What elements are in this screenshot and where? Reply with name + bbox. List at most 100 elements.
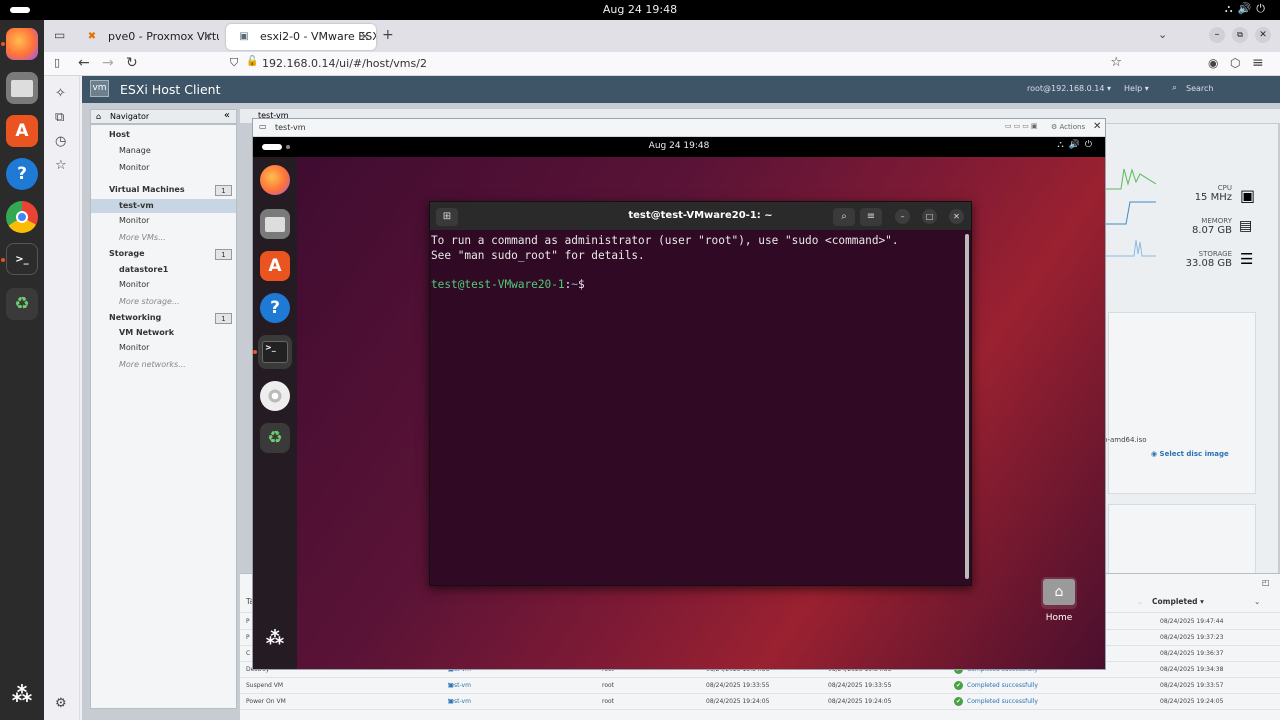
vm-summary-panel: CPU 15 MHz ▣ MEMORY 8.07 GB ▤ STORAGE 33.08…: [1102, 124, 1278, 594]
guest-clock[interactable]: Aug 24 19:48: [253, 141, 1105, 151]
back-icon[interactable]: ←: [78, 55, 90, 71]
restore-window-icon[interactable]: ⧉: [1232, 27, 1248, 43]
console-title: test-vm: [275, 123, 306, 132]
show-apps-icon[interactable]: ⁂: [260, 623, 290, 653]
navigation-toolbar: ▯ ← → ↻ ⛉ 🔓 192.168.0.14/ui/#/host/vms/2…: [44, 52, 1280, 76]
cpu-stat: CPU 15 MHz: [1194, 184, 1232, 203]
url-bar[interactable]: ⛉ 🔓 192.168.0.14/ui/#/host/vms/2 ☆: [220, 54, 1130, 74]
hamburger-menu-icon[interactable]: ≡: [860, 208, 882, 226]
nav-host[interactable]: Host: [91, 128, 236, 142]
select-disc-link[interactable]: ◉ Select disc image: [1151, 450, 1229, 458]
tab-esxi[interactable]: ▣ esxi2-0 - VMware ESXi ×: [226, 24, 376, 50]
column-filter-icon[interactable]: ⌄: [1254, 591, 1260, 613]
shield-icon: ⛉: [230, 56, 239, 69]
show-apps-icon[interactable]: ⁂: [6, 678, 38, 710]
guest-system-tray[interactable]: ⛬🔊⏻: [1057, 140, 1097, 150]
firefox-icon[interactable]: [6, 28, 38, 60]
minimize-icon[interactable]: –: [895, 209, 910, 224]
vmware-favicon-icon: ▣: [239, 31, 249, 42]
sidebar-toggle-icon[interactable]: ▯: [54, 55, 60, 71]
reload-icon[interactable]: ↻: [126, 55, 138, 71]
files-icon[interactable]: [6, 72, 38, 104]
nav-storage-monitor[interactable]: Monitor: [91, 278, 236, 292]
list-all-tabs-icon[interactable]: ⌄: [1158, 28, 1167, 41]
tab-proxmox[interactable]: ✖ pve0 - Proxmox Virtual Er ×: [74, 24, 219, 50]
gear-icon: ⚙: [1051, 123, 1060, 131]
nav-test-vm[interactable]: test-vm: [91, 199, 236, 213]
nav-datastore1[interactable]: datastore1: [91, 263, 236, 277]
terminal-window[interactable]: ⊞ test@test-VMware20-1: ~ ⌕ ≡ – □ ✕ To r…: [429, 201, 972, 586]
home-folder-icon[interactable]: ⌂: [1041, 577, 1077, 609]
close-console-icon[interactable]: ✕: [1093, 121, 1101, 132]
home-folder-label[interactable]: Home: [1033, 613, 1085, 623]
close-window-icon[interactable]: ✕: [1255, 27, 1271, 43]
help-icon[interactable]: ?: [6, 158, 38, 190]
maximize-icon[interactable]: □: [922, 209, 937, 224]
extensions-icon[interactable]: ⬡: [1230, 55, 1240, 71]
terminal-titlebar: ⊞ test@test-VMware20-1: ~ ⌕ ≡ – □ ✕: [430, 202, 971, 230]
trash-icon[interactable]: ♻: [6, 288, 38, 320]
memory-icon: ▤: [1239, 218, 1253, 234]
new-tab-button[interactable]: +: [382, 27, 394, 43]
collapse-navigator-icon[interactable]: «: [224, 110, 230, 121]
app-center-icon[interactable]: A: [260, 251, 290, 281]
app-title: ESXi Host Client: [120, 82, 221, 97]
nav-manage[interactable]: Manage: [91, 144, 236, 158]
nav-more-vms[interactable]: More VMs...: [91, 231, 236, 245]
disc-icon[interactable]: [260, 381, 290, 411]
task-row: Suspend VM ▣ test-vm root 08/24/2025 19:…: [240, 678, 1280, 694]
search-link[interactable]: Search: [1186, 84, 1213, 93]
maximize-panel-icon[interactable]: ◰: [1262, 578, 1270, 587]
task-result: Completed successfully: [954, 678, 1038, 694]
terminal-prompt: test@test-VMware20-1:~$: [431, 277, 585, 291]
files-icon[interactable]: [260, 209, 290, 239]
account-icon[interactable]: ◉: [1208, 55, 1218, 71]
terminal-icon[interactable]: >_: [6, 243, 38, 275]
search-icon[interactable]: ⌕: [1172, 83, 1177, 93]
sidebar-settings-icon[interactable]: ⚙: [55, 696, 67, 711]
proxmox-favicon-icon: ✖: [87, 31, 97, 42]
nav-more-networks[interactable]: More networks...: [91, 358, 236, 372]
tab-list-icon[interactable]: ▭: [54, 28, 65, 42]
guest-desktop[interactable]: Aug 24 19:48 ⛬🔊⏻ A ? >_ ♻ ⁂ ⊞ test@test-…: [253, 137, 1105, 669]
power-icon: ⏻: [1256, 2, 1270, 15]
trash-icon[interactable]: ♻: [260, 423, 290, 453]
close-icon[interactable]: ✕: [949, 209, 964, 224]
terminal-scrollbar[interactable]: [965, 234, 969, 579]
synced-tabs-icon[interactable]: ⧉: [55, 110, 64, 125]
help-icon[interactable]: ?: [260, 293, 290, 323]
user-menu[interactable]: root@192.168.0.14 ▾: [1027, 84, 1111, 93]
tab-label: esxi2-0 - VMware ESXi: [260, 30, 376, 43]
minimize-window-icon[interactable]: –: [1209, 27, 1225, 43]
help-menu[interactable]: Help ▾: [1124, 84, 1149, 93]
terminal-icon[interactable]: >_: [258, 335, 292, 369]
search-icon[interactable]: ⌕: [833, 208, 855, 226]
console-window-controls[interactable]: ▭▭▭▣: [1005, 122, 1039, 130]
system-tray[interactable]: ⛬🔊⏻: [1225, 2, 1270, 16]
app-center-icon[interactable]: A: [6, 115, 38, 147]
terminal-output[interactable]: To run a command as administrator (user …: [430, 230, 971, 585]
nav-networking[interactable]: Networking 1: [91, 311, 236, 325]
nav-vm-monitor[interactable]: Monitor: [91, 214, 236, 228]
vmware-logo: vm: [90, 80, 109, 97]
insecure-lock-icon: 🔓: [246, 56, 259, 67]
chrome-icon[interactable]: [6, 201, 38, 233]
nav-network-monitor[interactable]: Monitor: [91, 341, 236, 355]
system-clock[interactable]: Aug 24 19:48: [0, 3, 1280, 16]
menu-icon[interactable]: ≡: [1252, 55, 1264, 71]
completed-column-header[interactable]: Completed ▾: [1152, 591, 1204, 613]
forward-icon[interactable]: →: [102, 55, 114, 71]
nav-host-monitor[interactable]: Monitor: [91, 161, 236, 175]
history-icon[interactable]: ◷: [55, 134, 66, 149]
console-actions-menu[interactable]: ⚙ Actions: [1051, 123, 1085, 131]
close-tab-icon[interactable]: ×: [203, 29, 213, 43]
nav-virtual-machines[interactable]: Virtual Machines 1: [91, 183, 236, 197]
nav-storage[interactable]: Storage 1: [91, 247, 236, 261]
nav-vm-network[interactable]: VM Network: [91, 326, 236, 340]
bookmark-star-icon[interactable]: ☆: [1110, 55, 1122, 70]
bookmarks-icon[interactable]: ☆: [55, 158, 67, 173]
firefox-icon[interactable]: [260, 165, 290, 195]
close-tab-icon[interactable]: ×: [360, 29, 370, 43]
ai-sparkle-icon[interactable]: ✧: [55, 86, 66, 101]
nav-more-storage[interactable]: More storage...: [91, 295, 236, 309]
